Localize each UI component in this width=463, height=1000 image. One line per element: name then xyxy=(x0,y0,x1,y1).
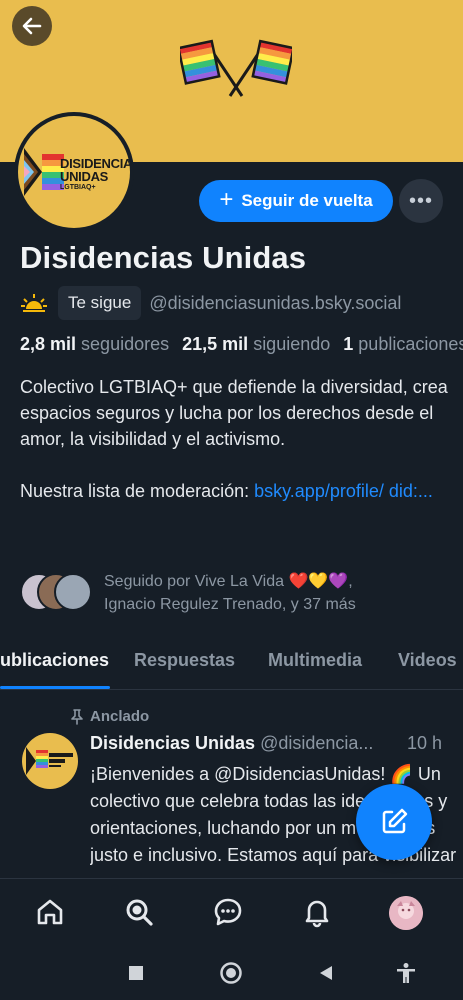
posts-label: publicaciones xyxy=(358,334,463,354)
post-timestamp: 10 h xyxy=(407,733,443,753)
profile-tabs: Publicaciones Respuestas Multimedia Vide… xyxy=(0,632,463,690)
posts-count: 1 xyxy=(343,334,354,354)
post-author-avatar[interactable] xyxy=(22,733,78,789)
back-nav-button[interactable] xyxy=(311,958,341,988)
more-options-button[interactable]: ••• xyxy=(399,179,443,223)
avatar-logo-small-icon xyxy=(26,747,73,775)
active-tab-indicator xyxy=(0,686,110,689)
avatar-logo-text: DISIDENCIAS UNIDAS LGTBIAQ+ xyxy=(60,157,130,192)
ellipsis-icon: ••• xyxy=(408,189,433,212)
followed-by-line2: Ignacio Regulez Trenado, y 37 más xyxy=(104,596,356,613)
follow-back-label: Seguir de vuelta xyxy=(241,191,373,210)
sun-icon xyxy=(21,294,47,312)
follower-avatar xyxy=(54,573,92,611)
tab-publicaciones[interactable]: Publicaciones xyxy=(0,650,109,671)
compose-icon xyxy=(382,808,408,834)
follows-you-badge: Te sigue xyxy=(58,286,142,320)
nav-search[interactable] xyxy=(122,895,156,929)
profile-avatar[interactable]: DISIDENCIAS UNIDAS LGTBIAQ+ xyxy=(14,112,134,232)
followers-label[interactable]: seguidores xyxy=(81,334,169,354)
plus-icon: + xyxy=(219,186,234,213)
user-avatar-icon xyxy=(389,896,423,930)
followers-avatars xyxy=(20,573,94,613)
followed-by-line1: Seguido por Vive La Vida ❤️💛💜, xyxy=(104,573,353,590)
post-header: Disidencias Unidas @disidencia... xyxy=(90,733,450,754)
compose-button[interactable] xyxy=(356,784,432,860)
accessibility-button[interactable] xyxy=(391,958,421,988)
profile-meta-row: Te sigue @disidenciasunidas.bsky.social xyxy=(20,285,401,321)
tab-respuestas[interactable]: Respuestas xyxy=(134,650,235,671)
display-name: Disidencias Unidas xyxy=(20,240,307,275)
nav-chat[interactable] xyxy=(211,895,245,929)
avatar-logo: DISIDENCIAS UNIDAS LGTBIAQ+ xyxy=(18,116,130,228)
home-icon xyxy=(37,899,63,925)
system-navigation-bar xyxy=(0,948,463,1000)
tab-multimedia[interactable]: Multimedia xyxy=(268,650,362,671)
followers-count[interactable]: 2,8 mil xyxy=(20,334,76,354)
followed-by-text: Seguido por Vive La Vida ❤️💛💜, Ignacio R… xyxy=(104,570,356,616)
bottom-navigation xyxy=(0,878,463,948)
following-label[interactable]: siguiendo xyxy=(253,334,330,354)
progress-pride-icon xyxy=(24,148,64,196)
hearts-emoji: ❤️💛💜, xyxy=(288,573,353,590)
moderation-line: Nuestra lista de moderación: bsky.app/pr… xyxy=(20,478,450,504)
bell-icon xyxy=(305,900,329,928)
chat-icon xyxy=(214,898,242,926)
home-button[interactable] xyxy=(216,958,246,988)
pride-flags-icon xyxy=(180,39,292,97)
recent-apps-button[interactable] xyxy=(121,958,151,988)
follow-back-button[interactable]: + Seguir de vuelta xyxy=(199,180,393,222)
avatar-title-line2: UNIDAS xyxy=(60,169,109,184)
profile-handle: @disidenciasunidas.bsky.social xyxy=(149,292,402,313)
pinned-label: Anclado xyxy=(90,708,150,725)
pinned-indicator: Anclado xyxy=(70,708,149,725)
search-icon xyxy=(126,899,153,926)
profile-bio: Colectivo LGTBIAQ+ que defiende la diver… xyxy=(20,374,450,504)
avatar-subtitle: LGTBIAQ+ xyxy=(60,184,96,191)
bio-text: Colectivo LGTBIAQ+ que defiende la diver… xyxy=(20,377,448,449)
triangle-back-icon xyxy=(320,966,332,980)
following-count[interactable]: 21,5 mil xyxy=(182,334,248,354)
arrow-left-icon xyxy=(22,17,42,35)
followed-by[interactable]: Seguido por Vive La Vida ❤️💛💜, Ignacio R… xyxy=(20,570,460,616)
moderation-link[interactable]: bsky.app/profile/ did:... xyxy=(254,481,433,501)
tab-videos[interactable]: Videos xyxy=(398,650,457,671)
square-icon xyxy=(129,966,143,980)
pin-icon xyxy=(71,708,83,725)
nav-home[interactable] xyxy=(33,895,67,929)
moderation-prefix: Nuestra lista de moderación: xyxy=(20,481,255,501)
nav-profile-avatar[interactable] xyxy=(389,896,423,930)
circle-icon xyxy=(220,962,242,984)
post-author-handle[interactable]: @disidencia... xyxy=(260,733,373,753)
nav-notifications[interactable] xyxy=(300,895,334,929)
back-button[interactable] xyxy=(12,6,52,46)
accessibility-icon xyxy=(397,963,415,983)
profile-stats: 2,8 mil seguidores 21,5 mil siguiendo 1 … xyxy=(20,334,463,355)
post-author-name[interactable]: Disidencias Unidas xyxy=(90,733,255,753)
